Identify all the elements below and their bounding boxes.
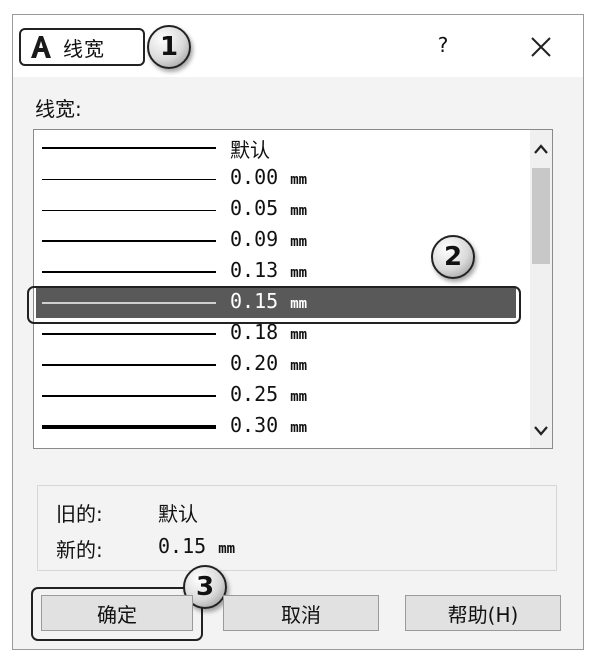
callout-1: 1 xyxy=(147,25,191,69)
chevron-down-icon xyxy=(534,426,548,436)
scroll-up-button[interactable] xyxy=(530,138,552,160)
lineweight-field-label: 线宽: xyxy=(35,97,82,121)
autocad-logo-icon xyxy=(27,33,55,61)
selected-row-highlight xyxy=(27,286,521,324)
lineweight-sample-line xyxy=(42,333,216,335)
lineweight-sample-line xyxy=(42,364,216,366)
lineweight-info-group: 旧的: 默认 新的: 0.15 mm xyxy=(37,485,557,571)
new-label: 新的: xyxy=(56,538,103,562)
old-label: 旧的: xyxy=(56,502,103,526)
dialog-title: 线宽 xyxy=(63,36,105,61)
lineweight-sample-line xyxy=(42,209,216,211)
lineweight-sample-line xyxy=(42,425,216,429)
lineweight-option-label: 0.13 mm xyxy=(230,258,308,282)
title-bar: 线宽 1 ? xyxy=(13,15,583,77)
lineweight-option-label: 0.20 mm xyxy=(230,351,308,375)
ok-button[interactable]: 确定 xyxy=(41,595,193,631)
lineweight-option-label: 0.05 mm xyxy=(230,196,308,220)
lineweight-option[interactable]: 0.30 mm xyxy=(36,411,516,442)
lineweight-option[interactable]: 0.20 mm xyxy=(36,349,516,380)
lineweight-option-label: 默认 xyxy=(230,138,270,162)
scroll-down-button[interactable] xyxy=(530,420,552,442)
cancel-button[interactable]: 取消 xyxy=(223,595,379,631)
lineweight-option[interactable]: 0.05 mm xyxy=(36,194,516,225)
help-dialog-button[interactable]: 帮助(H) xyxy=(405,595,561,631)
lineweight-option-label: 0.00 mm xyxy=(230,165,308,189)
lineweight-option-label: 0.30 mm xyxy=(230,413,308,437)
chevron-up-icon xyxy=(534,144,548,154)
lineweight-sample-line xyxy=(42,395,216,397)
new-value: 0.15 mm xyxy=(158,534,236,558)
lineweight-option[interactable]: 0.25 mm xyxy=(36,380,516,411)
lineweight-dialog: 线宽 1 ? 线宽: 默认 0.00 mm 0.05 mm 0.09 mm 0.13 m… xyxy=(12,14,584,650)
close-icon[interactable] xyxy=(529,35,553,59)
old-value: 默认 xyxy=(158,502,198,526)
help-button[interactable]: ? xyxy=(431,33,455,61)
lineweight-option-label: 0.09 mm xyxy=(230,227,308,251)
lineweight-option[interactable]: 0.00 mm xyxy=(36,163,516,194)
lineweight-sample-line xyxy=(42,147,216,149)
lineweight-option[interactable]: 默认 xyxy=(36,132,516,163)
scroll-thumb[interactable] xyxy=(532,168,550,264)
lineweight-sample-line xyxy=(42,240,216,242)
dialog-title-badge: 线宽 xyxy=(19,28,145,66)
lineweight-sample-line xyxy=(42,178,216,180)
lineweight-sample-line xyxy=(42,271,216,273)
list-scrollbar[interactable] xyxy=(530,130,552,448)
lineweight-option-label: 0.25 mm xyxy=(230,382,308,406)
callout-2: 2 xyxy=(431,235,475,279)
